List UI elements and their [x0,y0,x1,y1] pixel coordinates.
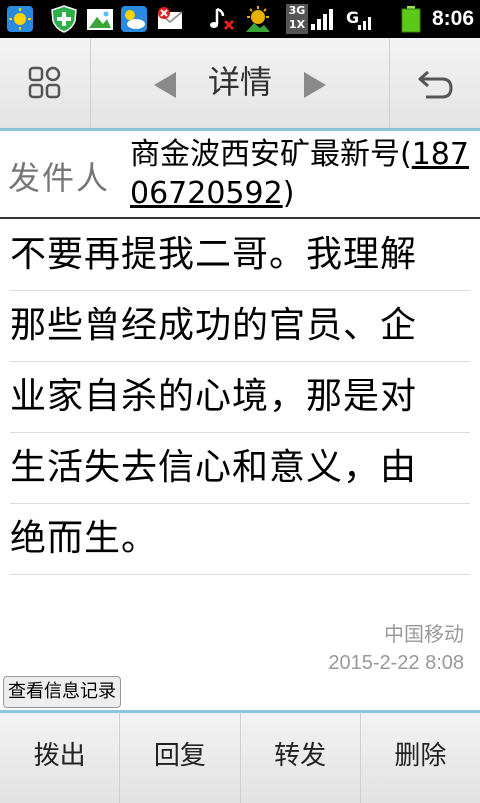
status-time: 8:06 [431,7,474,30]
view-history-button[interactable]: 查看信息记录 [3,676,121,708]
forward-button[interactable]: 转发 [241,713,361,803]
reply-button[interactable]: 回复 [120,713,241,803]
status-bar: 3G 1X G 8:06 [0,0,480,38]
call-button[interactable]: 拨出 [0,713,121,803]
message-line: 不要再提我二哥。我理解 [10,220,470,291]
sender-label: 发件人 [8,159,111,197]
sun-bright-icon [246,6,270,32]
sender-row: 发件人 商金波西安矿最新号(18706720592) [0,131,480,219]
delete-button[interactable]: 删除 [361,713,480,803]
message-datetime: 2015-2-22 8:08 [328,652,464,674]
back-arrow-icon [418,70,453,99]
sender-name[interactable]: 商金波西安矿最新号(18706720592) [130,135,476,213]
apps-button[interactable] [0,38,91,128]
music-muted-icon [210,7,235,31]
page-title: 详情 [207,63,272,101]
sender-contact-name: 商金波西安矿最新号( [130,137,412,172]
gprs-signal-icon: G [346,8,371,30]
previous-arrow-icon[interactable] [154,72,176,98]
back-button[interactable] [389,38,480,128]
network-badge-3g: 3G [288,4,306,17]
battery-icon [401,6,421,33]
message-line: 那些曾经成功的官员、企 [10,291,470,362]
bottom-action-bar: 拨出 回复 转发 删除 [0,710,480,803]
svg-text:G: G [346,8,359,27]
signal-3g-1x-icon: 3G 1X [286,4,336,34]
sender-closing-paren: ) [282,176,295,211]
weather-cloud-icon [121,6,147,32]
apps-grid-icon [28,66,61,99]
carrier-label: 中国移动 [384,622,464,646]
message-body: 不要再提我二哥。我理解 那些曾经成功的官员、企 业家自杀的心境，那是对 生活失去… [10,220,470,575]
next-arrow-icon[interactable] [304,72,326,98]
gallery-icon [87,9,113,30]
weather-sun-icon [7,6,33,32]
message-line: 生活失去信心和意义，由 [10,433,470,504]
message-line: 绝而生。 [10,504,470,575]
top-toolbar: 详情 [0,38,480,131]
mail-error-icon [157,7,183,29]
network-badge-1x: 1X [288,18,306,31]
shield-plus-icon [51,5,77,33]
signal-bars-icon [311,9,333,30]
message-line: 业家自杀的心境，那是对 [10,362,470,433]
